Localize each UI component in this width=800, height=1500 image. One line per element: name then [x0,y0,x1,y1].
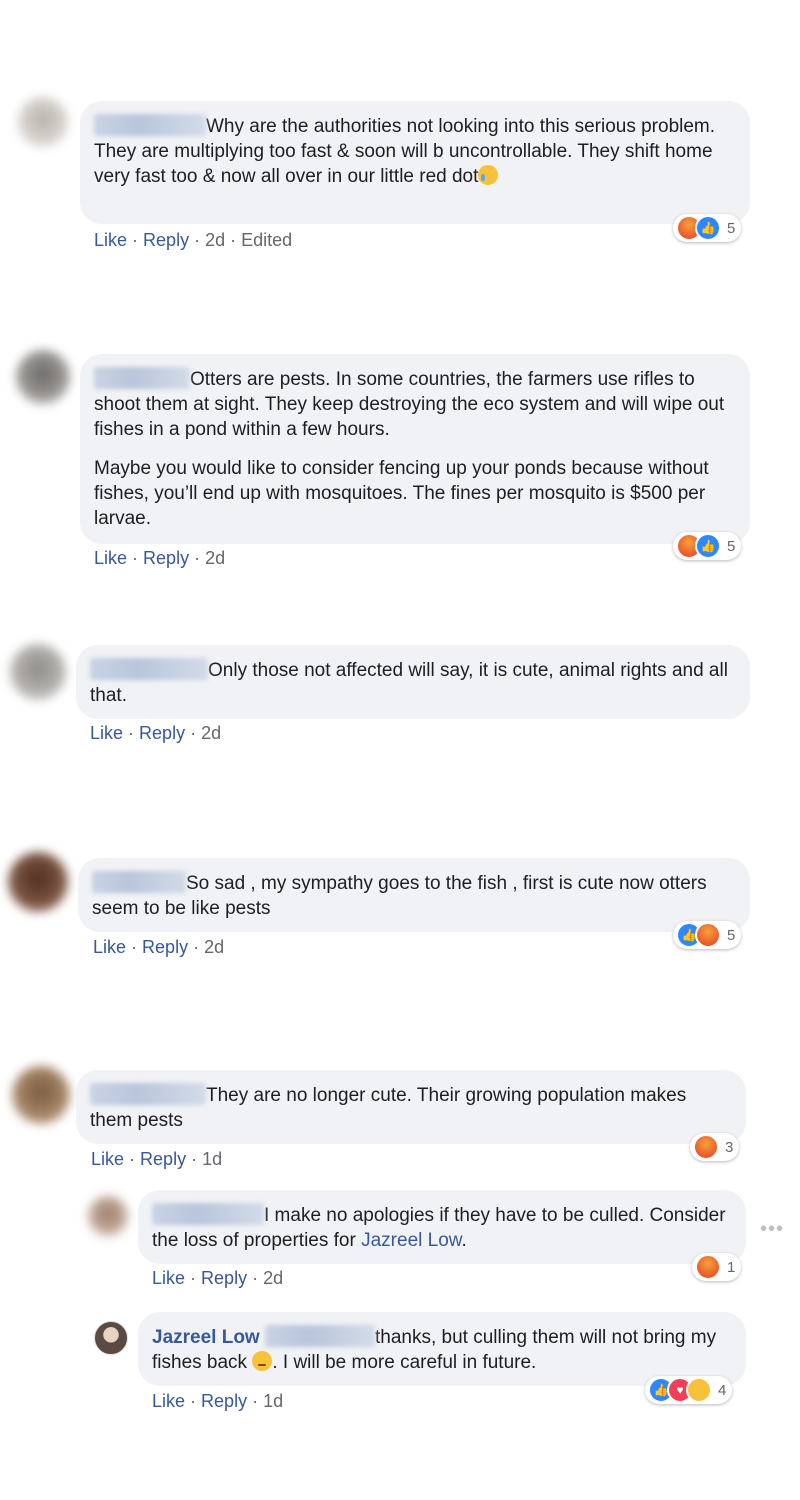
reaction-count: 5 [727,219,736,237]
reaction-count: 5 [727,926,736,944]
comment-text-paragraph-2: Maybe you would like to consider fencing… [94,458,709,529]
comment-bubble: They are no longer cute. Their growing p… [76,1070,746,1144]
angry-icon [695,1254,721,1280]
mention-link[interactable]: Jazreel Low [361,1230,461,1251]
comment-time[interactable]: 2d [205,548,225,568]
comment-bubble: Only those not affected will say, it is … [76,645,750,719]
commenter-name[interactable] [90,1083,206,1105]
reply-time[interactable]: 2d [263,1268,283,1288]
like-button[interactable]: Like [91,1149,124,1169]
like-button[interactable]: Like [152,1391,185,1411]
reaction-summary[interactable]: 👍 5 [673,921,742,949]
avatar[interactable] [10,644,66,700]
reply-text-end: . [461,1230,467,1251]
like-button[interactable]: Like [90,723,123,743]
reply-button[interactable]: Reply [139,723,185,743]
reply-text-end: . I will be more careful in future. [272,1352,537,1373]
reply-button[interactable]: Reply [143,548,189,568]
comment-actions: Like · Reply · 2d [93,937,225,957]
reply-bubble: I make no apologies if they have to be c… [138,1190,746,1264]
reply-bubble: Jazreel Low thanks, but culling them wil… [138,1312,746,1386]
reply-actions: Like · Reply · 1d [152,1391,284,1411]
reply-button[interactable]: Reply [201,1268,247,1288]
avatar[interactable] [12,1066,70,1124]
commenter-name[interactable] [90,658,208,680]
like-button[interactable]: Like [94,230,127,250]
comment-actions: Like · Reply · 2d [90,723,222,743]
comment-time[interactable]: 2d [205,230,225,250]
reaction-summary[interactable]: 👍 5 [673,214,742,242]
replier-name[interactable] [152,1203,264,1225]
tagged-name[interactable] [265,1325,375,1347]
like-icon: 👍 [695,215,721,241]
crying-face-emoji [478,165,499,185]
edited-label[interactable]: Edited [241,230,292,250]
like-icon: 👍 [695,533,721,559]
pensive-face-emoji [252,1351,273,1371]
commenter-name[interactable] [94,114,206,136]
reply-button[interactable]: Reply [140,1149,186,1169]
commenter-name[interactable] [94,367,190,389]
reaction-count: 4 [718,1381,727,1399]
avatar[interactable] [94,1321,128,1355]
reply-button[interactable]: Reply [142,937,188,957]
comment-actions: Like · Reply · 1d [91,1149,223,1169]
reply-actions: Like · Reply · 2d [152,1268,284,1288]
reaction-count: 1 [727,1258,736,1276]
comment-bubble: Why are the authorities not looking into… [80,101,750,224]
author-name[interactable]: Jazreel Low [152,1327,260,1348]
reaction-summary[interactable]: 👍 ♥ 4 [645,1376,733,1404]
avatar[interactable] [18,97,68,147]
reaction-summary[interactable]: 👍 5 [673,532,742,560]
comment-time[interactable]: 1d [202,1149,222,1169]
comment-bubble: Otters are pests. In some countries, the… [80,354,750,544]
reaction-count: 3 [725,1138,734,1156]
reaction-count: 5 [727,537,736,555]
like-button[interactable]: Like [94,548,127,568]
angry-icon [695,922,721,948]
comment-actions: Like · Reply · 2d · Edited [94,230,293,250]
avatar[interactable] [16,350,70,404]
reaction-summary[interactable]: 3 [690,1133,740,1161]
comment-time[interactable]: 2d [204,937,224,957]
avatar[interactable] [88,1196,128,1236]
angry-icon [693,1134,719,1160]
avatar[interactable] [8,852,68,912]
comment-bubble: So sad , my sympathy goes to the fish , … [78,858,750,932]
more-horizontal-icon[interactable]: ••• [760,1218,784,1241]
commenter-name[interactable] [92,871,186,893]
reply-time[interactable]: 1d [263,1391,283,1411]
like-button[interactable]: Like [152,1268,185,1288]
reply-button[interactable]: Reply [201,1391,247,1411]
comment-time[interactable]: 2d [201,723,221,743]
like-button[interactable]: Like [93,937,126,957]
reaction-summary[interactable]: 1 [692,1253,742,1281]
comment-actions: Like · Reply · 2d [94,548,226,568]
sad-icon [686,1377,712,1403]
reply-button[interactable]: Reply [143,230,189,250]
